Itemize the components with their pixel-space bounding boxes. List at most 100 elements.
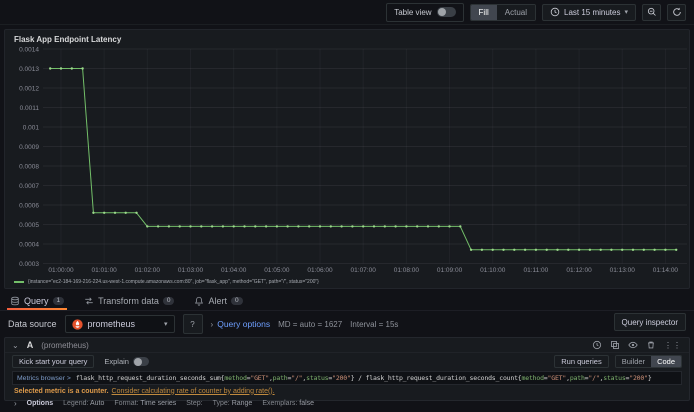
- query-row-header[interactable]: ⌄ A (prometheus) ⋮⋮: [5, 338, 689, 353]
- data-point: [383, 225, 386, 228]
- tab-transform-count: 0: [162, 296, 175, 306]
- data-point: [221, 225, 225, 228]
- tab-transform-data[interactable]: Transform data 0: [84, 292, 175, 310]
- x-tick-label: 01:11:00: [523, 267, 548, 274]
- x-tick-label: 01:01:00: [92, 267, 118, 274]
- x-tick-label: 01:10:00: [480, 267, 506, 274]
- chevron-down-icon: ▾: [624, 9, 628, 16]
- explain-switch[interactable]: [132, 357, 149, 366]
- table-view-label: Table view: [394, 7, 432, 17]
- data-point: [426, 225, 430, 228]
- data-point: [340, 225, 343, 228]
- tab-query[interactable]: Query 1: [7, 292, 68, 310]
- query-inspector-button[interactable]: Query inspector: [613, 313, 686, 331]
- chart-legend[interactable]: {instance="ec2-184-169-216-224.us-west-1…: [14, 279, 319, 285]
- y-tick-label: 0.0006: [19, 202, 39, 209]
- data-point: [178, 225, 181, 228]
- builder-mode-option[interactable]: Builder: [615, 356, 652, 367]
- data-point: [567, 248, 570, 251]
- datasource-help-button[interactable]: ?: [182, 314, 203, 334]
- table-view-toggle-group[interactable]: Table view: [386, 2, 464, 22]
- chevron-right-icon: ›: [14, 398, 17, 408]
- data-point: [167, 225, 171, 228]
- code-mode-option[interactable]: Code: [651, 356, 681, 367]
- data-point: [459, 225, 462, 228]
- query-editor-card: ⌄ A (prometheus) ⋮⋮ Kick start your quer…: [4, 337, 690, 408]
- data-point: [545, 248, 548, 251]
- prometheus-icon: [71, 318, 83, 330]
- eye-icon[interactable]: [628, 340, 638, 350]
- datasource-picker[interactable]: prometheus ▾: [64, 315, 175, 333]
- series-color-dash: [14, 281, 24, 283]
- x-tick-label: 01:14:00: [653, 267, 679, 274]
- data-point: [297, 225, 300, 228]
- x-tick-label: 01:12:00: [566, 267, 592, 274]
- query-options-summary-row[interactable]: › Options Legend: Auto Format: Time serie…: [5, 397, 689, 409]
- time-range-picker[interactable]: Last 15 minutes ▾: [542, 3, 636, 21]
- kick-start-query-button[interactable]: Kick start your query: [12, 355, 95, 368]
- data-point: [318, 225, 322, 228]
- data-point: [275, 225, 279, 228]
- x-tick-label: 01:09:00: [437, 267, 463, 274]
- time-range-label: Last 15 minutes: [564, 7, 621, 17]
- data-point: [437, 225, 440, 228]
- add-rate-link[interactable]: Consider calculating rate of counter by …: [112, 388, 275, 395]
- data-point: [502, 248, 505, 251]
- editor-tabs: Query 1 Transform data 0 Alert 0: [0, 292, 694, 311]
- data-point: [264, 225, 268, 228]
- transform-icon: [85, 297, 93, 305]
- run-queries-button[interactable]: Run queries: [554, 355, 609, 368]
- data-point: [534, 248, 538, 251]
- data-point: [631, 248, 635, 251]
- tab-transform-label: Transform data: [98, 296, 159, 306]
- data-point: [362, 225, 365, 228]
- tab-alert[interactable]: Alert 0: [194, 292, 243, 310]
- table-view-switch[interactable]: [436, 7, 456, 17]
- counter-warning: Selected metric is a counter. Consider c…: [5, 385, 689, 397]
- data-point: [92, 211, 95, 214]
- latency-chart[interactable]: 0.0014 0.0013 0.0012 0.0011 0.001 0.0009 0.000…: [5, 45, 689, 277]
- data-point: [610, 248, 613, 251]
- trash-icon[interactable]: [646, 340, 656, 350]
- options-label: Options: [26, 399, 54, 407]
- fill-option[interactable]: Fill: [470, 4, 497, 20]
- active-tab-underline: [7, 308, 68, 310]
- actual-option[interactable]: Actual: [496, 4, 535, 20]
- metrics-browser-label[interactable]: Metrics browser >: [13, 375, 76, 382]
- data-point: [210, 225, 214, 228]
- data-point: [156, 225, 160, 228]
- explain-toggle-group[interactable]: Explain: [104, 357, 149, 366]
- promql-expression[interactable]: flask_http_request_duration_seconds_sum{…: [76, 374, 652, 382]
- data-point: [513, 248, 516, 251]
- zoom-out-button[interactable]: [642, 3, 661, 21]
- x-tick-label: 01:00:00: [48, 267, 74, 274]
- y-tick-label: 0.0008: [19, 163, 39, 170]
- history-icon[interactable]: [592, 340, 602, 350]
- data-point: [480, 248, 484, 251]
- data-point: [416, 225, 419, 228]
- data-point: [146, 225, 149, 228]
- display-mode-group: Fill Actual: [469, 3, 536, 21]
- data-point: [469, 248, 473, 251]
- y-tick-label: 0.0013: [19, 66, 39, 73]
- drag-handle-icon[interactable]: ⋮⋮: [664, 341, 682, 350]
- data-point: [59, 67, 63, 70]
- tab-alert-count: 0: [230, 296, 243, 306]
- promql-editor[interactable]: Metrics browser > flask_http_request_dur…: [12, 371, 682, 385]
- duplicate-icon[interactable]: [610, 340, 620, 350]
- x-tick-label: 01:13:00: [610, 267, 636, 274]
- data-point: [664, 248, 667, 251]
- x-tick-label: 01:04:00: [221, 267, 247, 274]
- data-point: [351, 225, 354, 228]
- data-point: [621, 248, 624, 251]
- data-point: [577, 248, 581, 251]
- tab-query-label: Query: [24, 296, 49, 306]
- query-toolbar: Kick start your query Explain Run querie…: [5, 353, 689, 370]
- x-tick-label: 01:06:00: [307, 267, 333, 274]
- refresh-button[interactable]: [667, 3, 686, 21]
- query-toolbar-right: Run queries Builder Code: [554, 355, 682, 368]
- query-ref-id: A: [26, 340, 34, 350]
- y-tick-label: 0.0011: [20, 105, 40, 112]
- collapse-chevron-icon[interactable]: ⌄: [12, 341, 19, 350]
- query-options-expander[interactable]: › Query options: [211, 319, 271, 329]
